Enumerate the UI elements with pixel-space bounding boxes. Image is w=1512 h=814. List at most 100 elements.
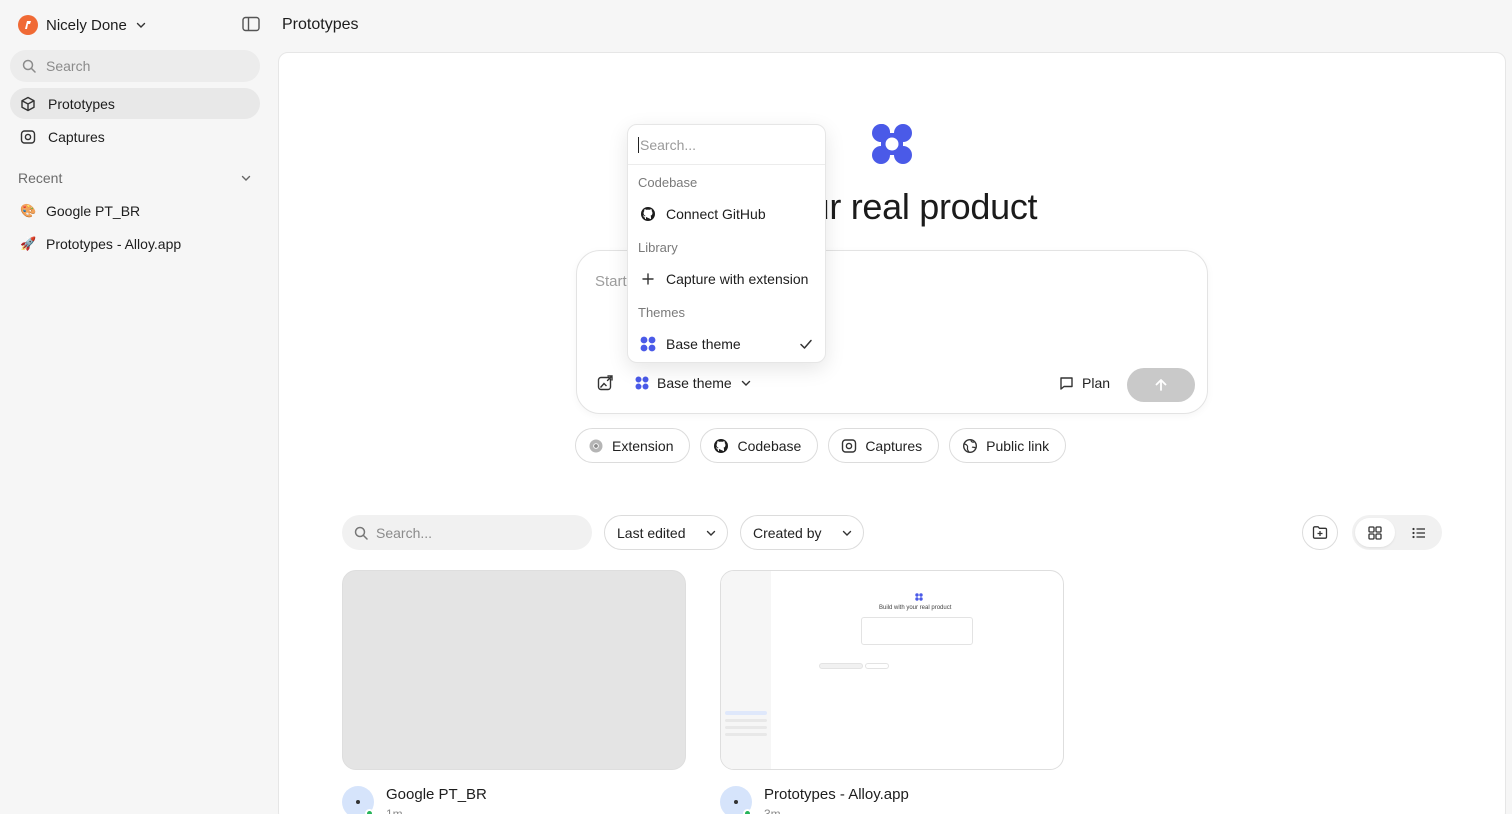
chip-label: Public link xyxy=(986,437,1050,454)
preview-prompt xyxy=(861,617,973,645)
section-codebase: Codebase xyxy=(638,175,698,190)
preview-title: Build with your real product xyxy=(879,605,952,611)
theme-logo-icon xyxy=(640,336,656,352)
cube-icon xyxy=(20,96,36,112)
prototype-card[interactable]: Build with your real product Prototypes … xyxy=(720,570,1064,814)
prompt-placeholder[interactable]: Start xyxy=(595,273,627,290)
sidebar: Nicely Done Prototypes Captures Recent 🎨… xyxy=(0,0,278,814)
created-by-select[interactable]: Created by xyxy=(740,515,864,550)
chevron-down-icon xyxy=(740,377,752,389)
prototype-search-input[interactable] xyxy=(376,524,576,541)
recent-section-header[interactable]: Recent xyxy=(18,170,252,186)
sidebar-item-captures[interactable]: Captures xyxy=(10,121,260,152)
attach-image-button[interactable] xyxy=(597,375,613,391)
grid-view-button[interactable] xyxy=(1355,518,1395,547)
globe-icon xyxy=(962,438,978,454)
chip-label: Codebase xyxy=(737,437,802,454)
theme-dropdown: Codebase Connect GitHub Library Capture … xyxy=(627,124,826,363)
camera-icon xyxy=(841,438,857,454)
list-icon xyxy=(1412,527,1426,539)
plus-icon xyxy=(640,271,656,287)
workspace-switcher[interactable]: Nicely Done xyxy=(18,14,147,36)
theme-selector[interactable]: Base theme xyxy=(635,375,752,391)
preview-select xyxy=(865,663,889,669)
sidebar-item-label: Prototypes xyxy=(48,95,115,112)
chevron-down-icon xyxy=(705,527,717,539)
plan-button[interactable]: Plan xyxy=(1059,375,1110,391)
preview-list xyxy=(725,711,767,751)
chrome-icon xyxy=(588,438,604,454)
card-thumbnail[interactable] xyxy=(342,570,686,770)
preview-search xyxy=(819,663,863,669)
folder-plus-icon xyxy=(1312,525,1328,540)
preview-logo-icon xyxy=(915,593,923,601)
section-themes: Themes xyxy=(638,305,685,320)
camera-icon xyxy=(20,129,36,145)
comment-icon xyxy=(1059,376,1074,391)
recent-item-alloy[interactable]: 🚀 Prototypes - Alloy.app xyxy=(10,229,260,259)
sort-select-label: Last edited xyxy=(617,524,686,541)
grid-icon xyxy=(1368,525,1382,540)
workspace-name: Nicely Done xyxy=(46,16,127,34)
sidebar-item-label: Captures xyxy=(48,128,105,145)
chevron-down-icon xyxy=(240,172,252,184)
palette-icon: 🎨 xyxy=(20,203,37,218)
arrow-up-icon xyxy=(1154,378,1168,392)
card-meta: Prototypes - Alloy.app 3m xyxy=(720,786,909,814)
search-icon xyxy=(354,526,368,540)
recent-item-label: Prototypes - Alloy.app xyxy=(46,236,182,252)
card-time: 3m xyxy=(764,807,781,814)
recent-item-google[interactable]: 🎨 Google PT_BR xyxy=(10,196,260,226)
card-title: Google PT_BR xyxy=(386,786,487,803)
send-button[interactable] xyxy=(1127,368,1195,402)
search-icon xyxy=(22,59,36,73)
sort-select[interactable]: Last edited xyxy=(604,515,728,550)
page-title: Prototypes xyxy=(282,16,359,33)
public-link-chip[interactable]: Public link xyxy=(949,428,1067,463)
chevron-down-icon xyxy=(841,527,853,539)
theme-logo-icon xyxy=(635,376,649,390)
workspace-logo-icon xyxy=(18,15,38,35)
base-theme-item[interactable]: Base theme xyxy=(634,329,821,359)
new-folder-button[interactable] xyxy=(1302,515,1338,550)
theme-selector-label: Base theme xyxy=(657,375,732,391)
check-icon xyxy=(799,337,813,351)
extension-chip[interactable]: Extension xyxy=(575,428,691,463)
prototype-search[interactable] xyxy=(342,515,592,550)
connect-github-item[interactable]: Connect GitHub xyxy=(634,199,821,229)
view-toggle xyxy=(1352,515,1442,550)
card-title: Prototypes - Alloy.app xyxy=(764,786,909,803)
dropdown-item-label: Capture with extension xyxy=(666,271,809,287)
github-icon xyxy=(713,438,729,454)
sidebar-toggle-icon[interactable] xyxy=(242,16,260,32)
capture-extension-item[interactable]: Capture with extension xyxy=(634,264,821,294)
avatar xyxy=(720,786,752,814)
prototype-card[interactable]: Google PT_BR 1m xyxy=(342,570,686,814)
sidebar-search-input[interactable] xyxy=(46,58,236,74)
card-thumbnail[interactable]: Build with your real product xyxy=(720,570,1064,770)
recent-label: Recent xyxy=(18,170,63,186)
codebase-chip[interactable]: Codebase xyxy=(700,428,819,463)
recent-item-label: Google PT_BR xyxy=(46,203,141,219)
dropdown-search[interactable] xyxy=(628,125,825,165)
dropdown-search-input[interactable] xyxy=(638,136,808,153)
dropdown-item-label: Connect GitHub xyxy=(666,206,766,222)
sidebar-search[interactable] xyxy=(10,50,260,82)
card-meta: Google PT_BR 1m xyxy=(342,786,487,814)
chip-label: Captures xyxy=(865,437,923,454)
rocket-icon: 🚀 xyxy=(20,236,37,251)
created-by-label: Created by xyxy=(753,524,822,541)
section-library: Library xyxy=(638,240,678,255)
captures-chip[interactable]: Captures xyxy=(828,428,940,463)
chip-label: Extension xyxy=(612,437,674,454)
list-view-button[interactable] xyxy=(1399,518,1439,547)
avatar xyxy=(342,786,374,814)
online-indicator xyxy=(365,809,374,814)
card-time: 1m xyxy=(386,807,403,814)
dropdown-item-label: Base theme xyxy=(666,336,741,352)
source-chips: Extension Codebase Captures Public link xyxy=(575,428,1067,463)
brand-logo-icon xyxy=(870,122,914,166)
sidebar-item-prototypes[interactable]: Prototypes xyxy=(10,88,260,119)
plan-label: Plan xyxy=(1082,375,1111,391)
chevron-down-icon xyxy=(135,19,147,31)
